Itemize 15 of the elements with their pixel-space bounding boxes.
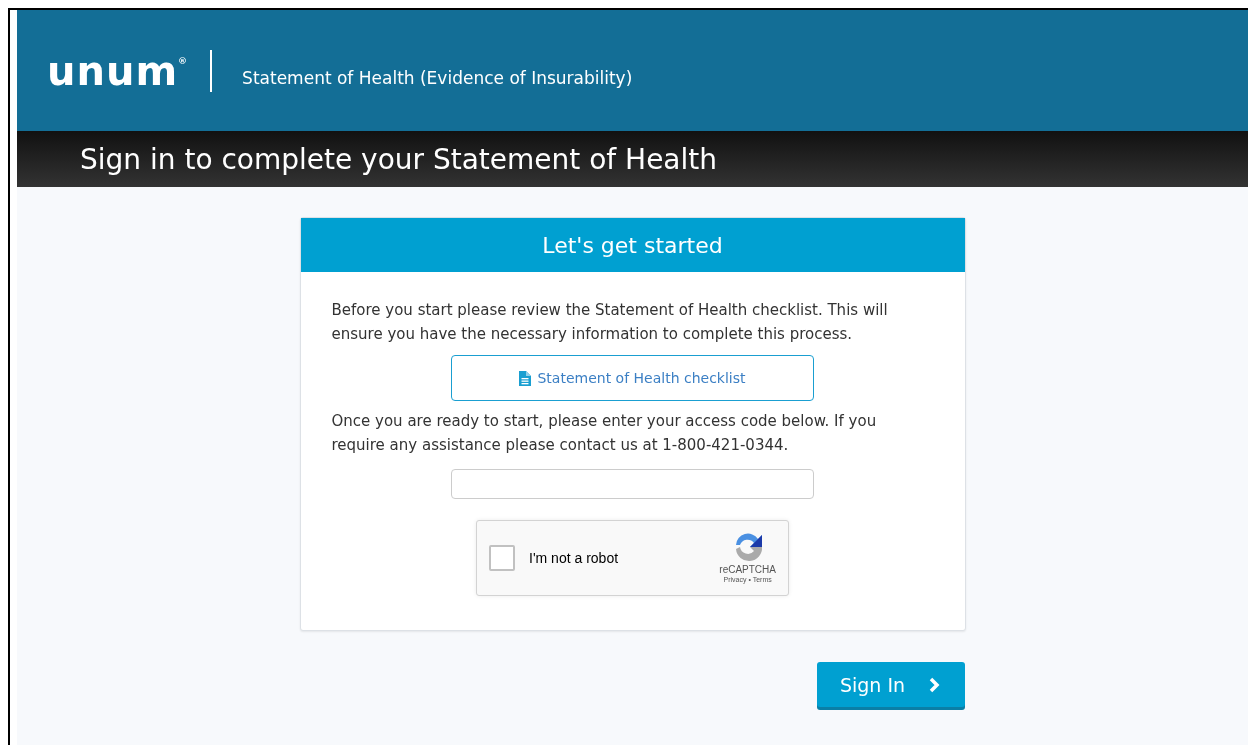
logo: unum — [47, 47, 179, 94]
card-title: Let's get started — [542, 232, 723, 258]
document-icon — [519, 370, 532, 386]
captcha-label: I'm not a robot — [529, 549, 620, 568]
access-code-field[interactable] — [451, 469, 814, 499]
captcha-checkbox[interactable] — [489, 545, 515, 571]
instructions-text: Once you are ready to start, please enter your access code below. If you require any assistance please contact us at 1-800-421-0344. — [331, 411, 878, 456]
registered-mark: ® — [178, 55, 189, 66]
sign-in-button[interactable]: Sign In — [816, 662, 965, 707]
chevron-right-icon — [929, 676, 942, 693]
page-title: Sign in to complete your Statement of Health — [80, 142, 718, 176]
intro-text: Before you start please review the Statement of Health checklist. This will ensure you have the necessary information to complete this process. — [331, 300, 889, 345]
checklist-button[interactable]: Statement of Health checklist — [451, 355, 814, 401]
captcha-brand: reCAPTCHA — [719, 565, 776, 575]
header-title: Statement of Health (Evidence of Insurability) — [242, 67, 633, 88]
